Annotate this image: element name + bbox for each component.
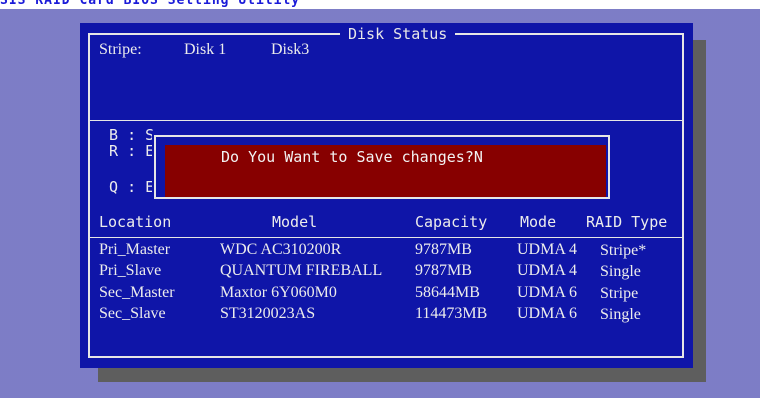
cell-model: QUANTUM FIREBALL	[220, 262, 383, 279]
utility-title-bar: SIS RAID Card BIOS Setting Utility	[0, 0, 760, 9]
header-raid-type: RAID Type	[586, 213, 668, 231]
save-changes-prompt[interactable]: Do You Want to Save changes?N	[221, 148, 483, 166]
cell-raid-type: Stripe*	[600, 242, 647, 259]
cell-location: Sec_Slave	[99, 305, 166, 322]
header-location: Location	[99, 213, 172, 231]
cell-location: Sec_Master	[99, 284, 175, 301]
window-title: Disk Status	[340, 25, 456, 43]
cell-model: ST3120023AS	[220, 305, 316, 322]
stripe-disk-1: Disk 1	[184, 41, 227, 58]
cell-mode: UDMA 4	[517, 262, 578, 279]
cell-location: Pri_Slave	[99, 262, 162, 279]
cell-raid-type: Stripe	[600, 285, 639, 302]
cell-raid-type: Single	[600, 263, 641, 280]
stripe-label: Stripe:	[99, 41, 142, 58]
header-mode: Mode	[520, 213, 557, 231]
cell-capacity: 9787MB	[415, 262, 472, 279]
header-model: Model	[272, 213, 318, 231]
cell-raid-type: Single	[600, 306, 641, 323]
cell-capacity: 58644MB	[415, 284, 480, 301]
cell-location: Pri_Master	[99, 241, 171, 258]
header-capacity: Capacity	[415, 213, 488, 231]
cell-mode: UDMA 6	[517, 284, 578, 301]
legend-row-r: R : E	[109, 142, 155, 160]
utility-title: SIS RAID Card BIOS Setting Utility	[0, 0, 301, 8]
cell-mode: UDMA 6	[517, 305, 578, 322]
cell-mode: UDMA 4	[517, 241, 578, 258]
divider-top	[90, 120, 682, 121]
legend-row-q: Q : E	[109, 178, 155, 196]
cell-model: Maxtor 6Y060M0	[220, 284, 337, 301]
divider-header	[90, 237, 682, 238]
cell-capacity: 114473MB	[415, 305, 488, 322]
stripe-disk-2: Disk3	[271, 41, 310, 58]
cell-model: WDC AC310200R	[220, 241, 342, 258]
cell-capacity: 9787MB	[415, 241, 472, 258]
